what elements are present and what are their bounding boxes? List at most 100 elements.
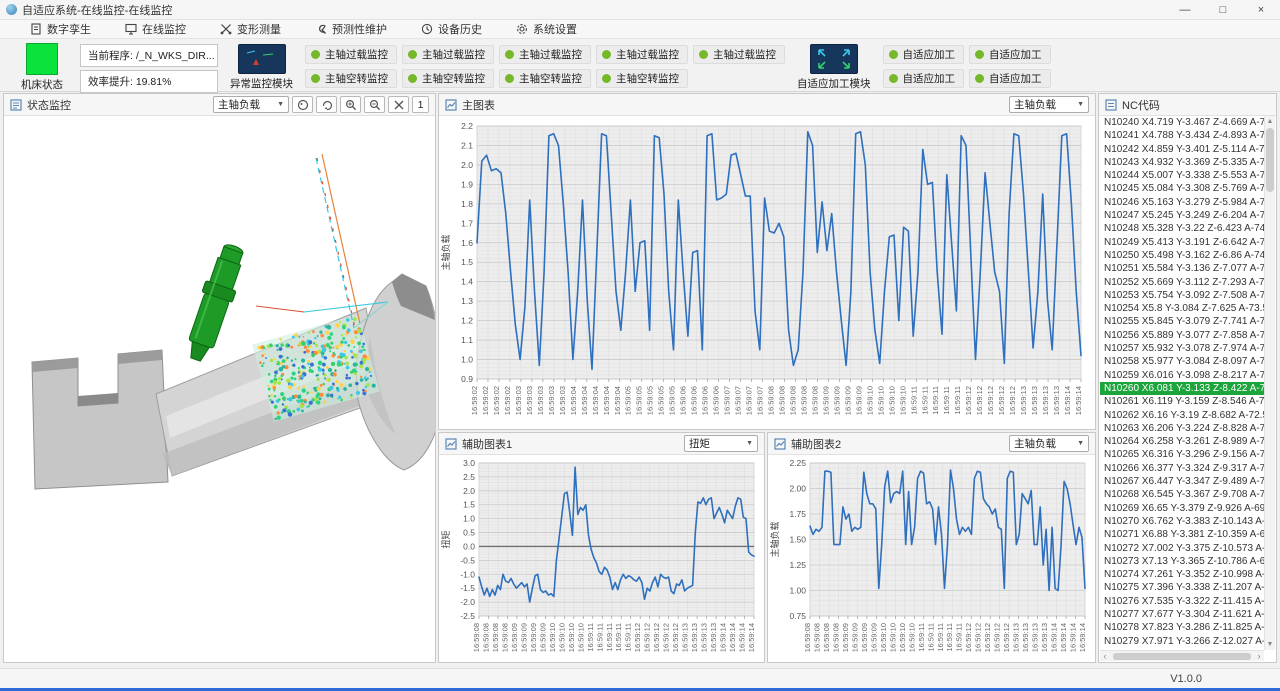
svg-text:2.00: 2.00 <box>789 484 806 494</box>
spindle-idle-badge[interactable]: 主轴空转监控 <box>305 69 397 88</box>
nc-line[interactable]: N10273 X7.13 Y-3.365 Z-10.786 A-67.372 <box>1100 555 1264 568</box>
nc-line[interactable]: N10241 X4.788 Y-3.434 Z-4.893 A-76.062 <box>1100 129 1264 142</box>
nc-line[interactable]: N10248 X5.328 Y-3.22 Z-6.423 A-74.52 C <box>1100 222 1264 235</box>
scroll-left-icon[interactable]: ‹ <box>1100 651 1110 661</box>
svg-text:16:59:10: 16:59:10 <box>865 386 874 415</box>
nc-line[interactable]: N10252 X5.669 Y-3.112 Z-7.293 A-73.844 <box>1100 276 1264 289</box>
aux-chart2-selector[interactable]: 主轴负载▼ <box>1009 435 1089 452</box>
adaptive-machining-badge[interactable]: 自适应加工 <box>969 69 1051 88</box>
nc-line[interactable]: N10240 X4.719 Y-3.467 Z-4.669 A-76.396 <box>1100 116 1264 129</box>
adaptive-module-thumbnail[interactable] <box>810 44 858 74</box>
maximize-button[interactable]: □ <box>1204 0 1242 19</box>
spindle-idle-badge[interactable]: 主轴空转监控 <box>402 69 494 88</box>
svg-text:16:59:14: 16:59:14 <box>1069 623 1078 652</box>
svg-text:16:59:13: 16:59:13 <box>709 623 718 652</box>
minimize-button[interactable]: — <box>1166 0 1204 19</box>
scroll-up-icon[interactable]: ▲ <box>1265 116 1275 127</box>
nc-line[interactable]: N10266 X6.377 Y-3.324 Z-9.317 A-71.443 <box>1100 462 1264 475</box>
nc-line[interactable]: N10245 X5.084 Y-3.308 Z-5.769 A-75.088 <box>1100 182 1264 195</box>
nc-line[interactable]: N10255 X5.845 Y-3.079 Z-7.741 A-73.458 <box>1100 315 1264 328</box>
menu-item-digital-twin[interactable]: 数字孪生 <box>30 21 91 37</box>
nc-line[interactable]: N10264 X6.258 Y-3.261 Z-8.989 A-72.072 <box>1100 435 1264 448</box>
nc-line[interactable]: N10265 X6.316 Y-3.296 Z-9.156 A-71.771 <box>1100 448 1264 461</box>
nc-line[interactable]: N10254 X5.8 Y-3.084 Z-7.625 A-73.571 C <box>1100 302 1264 315</box>
nc-line[interactable]: N10270 X6.762 Y-3.383 Z-10.143 A-69.34 <box>1100 515 1264 528</box>
menu-item-deform-measure[interactable]: 变形测量 <box>220 21 281 37</box>
nc-line[interactable]: N10267 X6.447 Y-3.347 Z-9.489 A-71.055 <box>1100 475 1264 488</box>
spindle-idle-badge[interactable]: 主轴空转监控 <box>596 69 688 88</box>
nc-line[interactable]: N10277 X7.677 Y-3.304 Z-11.621 A-64.48 <box>1100 608 1264 621</box>
section-count-field[interactable]: 1 <box>412 96 429 113</box>
menu-item-device-history[interactable]: 设备历史 <box>421 21 482 37</box>
aux-chart1-selector[interactable]: 扭矩▼ <box>684 435 758 452</box>
nc-line[interactable]: N10276 X7.535 Y-3.322 Z-11.415 A-65.22 <box>1100 595 1264 608</box>
nc-hscroll-thumb[interactable] <box>1113 653 1251 660</box>
svg-text:2.5: 2.5 <box>463 472 475 482</box>
abnormal-module-thumbnail[interactable] <box>238 44 286 74</box>
svg-text:1.25: 1.25 <box>789 560 806 570</box>
spindle-overload-badge[interactable]: 主轴过载监控 <box>596 45 688 64</box>
nc-line[interactable]: N10272 X7.002 Y-3.375 Z-10.573 A-68.05 <box>1100 542 1264 555</box>
nc-horizontal-scrollbar[interactable]: ‹ › <box>1100 650 1264 661</box>
nc-line[interactable]: N10258 X5.977 Y-3.084 Z-8.097 A-73.138 <box>1100 355 1264 368</box>
aux-chart1-plot[interactable]: 3.02.52.01.51.00.50.0-0.5-1.0-1.5-2.0-2.… <box>439 455 764 662</box>
svg-text:16:59:09: 16:59:09 <box>821 386 830 415</box>
svg-text:16:59:11: 16:59:11 <box>917 623 926 652</box>
rotate-view-button[interactable] <box>316 96 337 113</box>
close-button[interactable]: × <box>1242 0 1280 19</box>
zoom-in-button[interactable] <box>340 96 361 113</box>
nc-line[interactable]: N10261 X6.119 Y-3.159 Z-8.546 A-72.701 <box>1100 395 1264 408</box>
spindle-overload-badge[interactable]: 主轴过载监控 <box>305 45 397 64</box>
menu-item-predictive-maintenance[interactable]: 预测性维护 <box>315 21 387 37</box>
svg-text:16:59:11: 16:59:11 <box>926 623 935 652</box>
spindle-idle-badge[interactable]: 主轴空转监控 <box>499 69 591 88</box>
nc-line[interactable]: N10278 X7.823 Y-3.286 Z-11.825 A-63.73 <box>1100 621 1264 634</box>
fit-view-button[interactable] <box>388 96 409 113</box>
adaptive-machining-badge[interactable]: 自适应加工 <box>969 45 1051 64</box>
nc-line[interactable]: N10262 X6.16 Y-3.19 Z-8.682 A-72.534 C <box>1100 409 1264 422</box>
nc-line[interactable]: N10279 X7.971 Y-3.266 Z-12.027 A-62.98 <box>1100 635 1264 648</box>
machine-3d-viewport[interactable] <box>4 116 435 662</box>
aux-chart2-plot[interactable]: 2.252.001.751.501.251.000.7516:59:0816:5… <box>768 455 1095 662</box>
svg-text:16:59:11: 16:59:11 <box>605 623 614 652</box>
nc-line[interactable]: N10257 X5.932 Y-3.078 Z-7.974 A-73.243 <box>1100 342 1264 355</box>
nc-line[interactable]: N10256 X5.889 Y-3.077 Z-7.858 A-73.348 <box>1100 329 1264 342</box>
menu-item-system-settings[interactable]: 系统设置 <box>516 21 577 37</box>
adaptive-machining-badge[interactable]: 自适应加工 <box>883 45 965 64</box>
nc-line[interactable]: N10244 X5.007 Y-3.338 Z-5.553 A-75.297 <box>1100 169 1264 182</box>
nc-line[interactable]: N10269 X6.65 Y-3.379 Z-9.926 A-69.947 C <box>1100 502 1264 515</box>
nc-line[interactable]: N10246 X5.163 Y-3.279 Z-5.984 A-74.892 <box>1100 196 1264 209</box>
scroll-right-icon[interactable]: › <box>1254 651 1264 661</box>
menu-item-online-monitor[interactable]: 在线监控 <box>125 21 186 37</box>
status-dot-icon <box>975 50 984 59</box>
render-mode-button[interactable] <box>292 96 313 113</box>
nc-vertical-scrollbar[interactable]: ▲ ▼ <box>1264 116 1275 650</box>
nc-line[interactable]: N10250 X5.498 Y-3.162 Z-6.86 A-74.178 C <box>1100 249 1264 262</box>
scroll-down-icon[interactable]: ▼ <box>1265 639 1275 650</box>
adaptive-machining-badge[interactable]: 自适应加工 <box>883 69 965 88</box>
nc-line[interactable]: N10247 X5.245 Y-3.249 Z-6.204 A-74.701 <box>1100 209 1264 222</box>
main-chart-selector[interactable]: 主轴负载▼ <box>1009 96 1089 113</box>
spindle-overload-badge[interactable]: 主轴过载监控 <box>402 45 494 64</box>
nc-code-list[interactable]: N10240 X4.719 Y-3.467 Z-4.669 A-76.396N1… <box>1100 116 1264 650</box>
nc-line-current[interactable]: N10260 X6.081 Y-3.133 Z-8.422 A-72.835 <box>1100 382 1264 395</box>
nc-line[interactable]: N10268 X6.545 Y-3.367 Z-9.708 A-70.519 <box>1100 488 1264 501</box>
svg-text:16:59:02: 16:59:02 <box>503 386 512 415</box>
nc-line[interactable]: N10274 X7.261 Y-3.352 Z-10.998 A-66.67 <box>1100 568 1264 581</box>
spindle-overload-badge[interactable]: 主轴过载监控 <box>499 45 591 64</box>
nc-line[interactable]: N10253 X5.754 Y-3.092 Z-7.508 A-73.677 <box>1100 289 1264 302</box>
status-monitor-selector[interactable]: 主轴负载▼ <box>213 96 289 113</box>
nc-line[interactable]: N10271 X6.88 Y-3.381 Z-10.359 A-68.711 <box>1100 528 1264 541</box>
nc-line[interactable]: N10259 X6.016 Y-3.098 Z-8.217 A-73.036 <box>1100 369 1264 382</box>
nc-line[interactable]: N10275 X7.396 Y-3.338 Z-11.207 A-65.95 <box>1100 581 1264 594</box>
nc-line[interactable]: N10251 X5.584 Y-3.136 Z-7.077 A-74.012 <box>1100 262 1264 275</box>
nc-line[interactable]: N10242 X4.859 Y-3.401 Z-5.114 A-75.775 <box>1100 143 1264 156</box>
nc-line[interactable]: N10263 X6.206 Y-3.224 Z-8.828 A-72.33 C <box>1100 422 1264 435</box>
main-chart-plot[interactable]: 2.22.12.01.91.81.71.61.51.41.31.21.11.00… <box>439 116 1095 429</box>
nc-line[interactable]: N10249 X5.413 Y-3.191 Z-6.642 A-74.346 <box>1100 236 1264 249</box>
nc-line[interactable]: N10243 X4.932 Y-3.369 Z-5.335 A-75.523 <box>1100 156 1264 169</box>
spindle-overload-badge[interactable]: 主轴过载监控 <box>693 45 785 64</box>
abnormal-module-label: 异常监控模块 <box>230 76 293 91</box>
nc-scroll-thumb[interactable] <box>1266 128 1274 192</box>
zoom-out-button[interactable] <box>364 96 385 113</box>
